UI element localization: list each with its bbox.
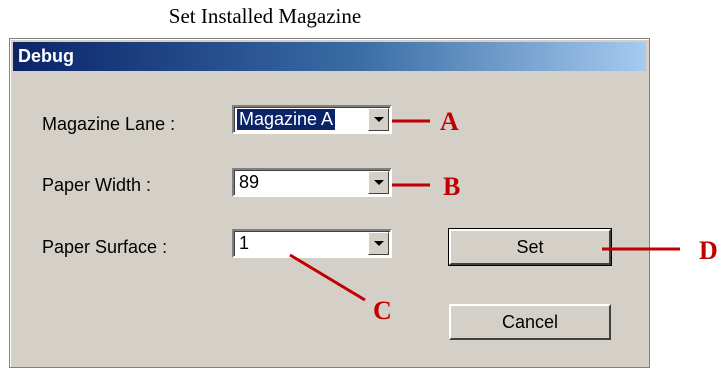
annotation-line-c: [289, 253, 366, 302]
annotation-label-a: A: [440, 107, 459, 136]
annotation-label-c: C: [373, 296, 392, 325]
annotation-label-b: B: [443, 172, 461, 201]
annotation-label-d: D: [699, 236, 718, 265]
annotation-lines: [289, 119, 680, 302]
